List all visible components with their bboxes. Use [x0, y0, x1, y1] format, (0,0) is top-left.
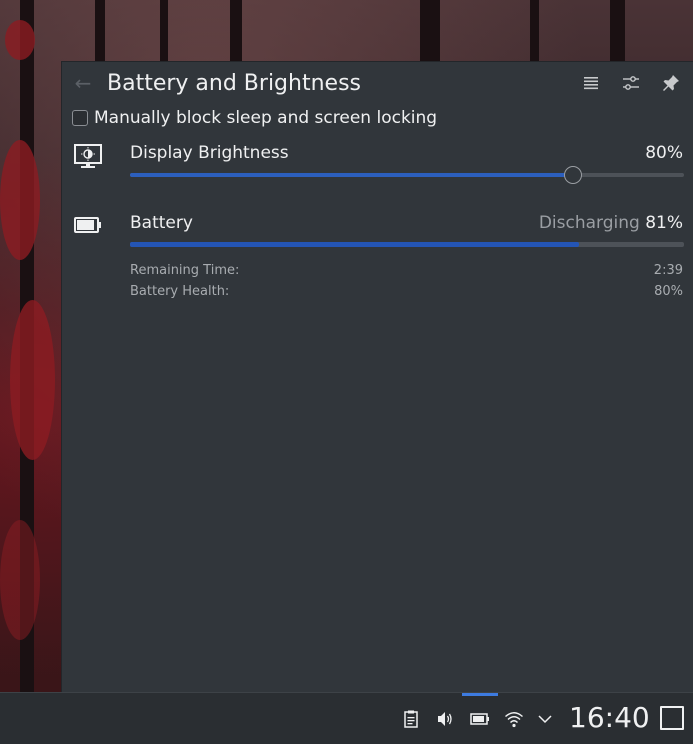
popup-title: Battery and Brightness [107, 71, 361, 96]
battery-percent: 81% [645, 213, 683, 233]
brightness-slider-handle[interactable] [564, 166, 583, 184]
battery-icon[interactable] [470, 709, 490, 729]
red-foliage [10, 300, 55, 460]
tree-trunk [530, 0, 539, 62]
pin-icon[interactable] [660, 72, 682, 94]
brightness-slider-fill [130, 173, 574, 177]
tree-trunk [610, 0, 625, 62]
battery-status-row: Discharging 81% [539, 212, 683, 234]
battery-charge-fill [130, 242, 579, 247]
brightness-value: 80% [645, 143, 683, 163]
configure-icon[interactable] [620, 72, 642, 94]
inhibit-sleep-checkbox[interactable] [72, 110, 88, 126]
battery-charge-bar [130, 242, 684, 247]
back-arrow-icon[interactable]: ← [72, 72, 94, 94]
red-foliage [0, 140, 40, 260]
wifi-icon[interactable] [504, 709, 524, 729]
tree-trunk [230, 0, 242, 62]
battery-icon [73, 215, 103, 235]
red-foliage [0, 520, 40, 640]
chevron-up-icon[interactable] [535, 709, 555, 729]
brightness-label: Display Brightness [130, 143, 289, 163]
show-desktop-icon[interactable] [660, 706, 684, 730]
hamburger-menu-icon[interactable] [580, 72, 602, 94]
digital-clock[interactable]: 16:40 [569, 701, 650, 735]
battery-label: Battery [130, 213, 193, 233]
inhibit-sleep-label[interactable]: Manually block sleep and screen locking [94, 106, 437, 130]
active-tray-indicator [462, 693, 498, 696]
battery-health-value: 80% [654, 284, 683, 299]
tree-trunk [95, 0, 105, 70]
clipboard-icon[interactable] [401, 709, 421, 729]
volume-icon[interactable] [435, 709, 455, 729]
battery-brightness-popup: ← Battery and Brightness Manually block … [61, 61, 693, 692]
tree-trunk [160, 0, 168, 62]
battery-health-label: Battery Health: [130, 284, 230, 299]
tree-trunk [420, 0, 440, 62]
monitor-brightness-icon [73, 143, 103, 171]
system-panel: 16:40 [0, 692, 693, 744]
remaining-time-label: Remaining Time: [130, 263, 240, 278]
red-foliage [5, 20, 35, 60]
popup-header: ← Battery and Brightness [62, 62, 693, 106]
battery-status: Discharging [538, 213, 640, 233]
brightness-slider[interactable] [130, 173, 684, 177]
remaining-time-value: 2:39 [653, 263, 683, 278]
